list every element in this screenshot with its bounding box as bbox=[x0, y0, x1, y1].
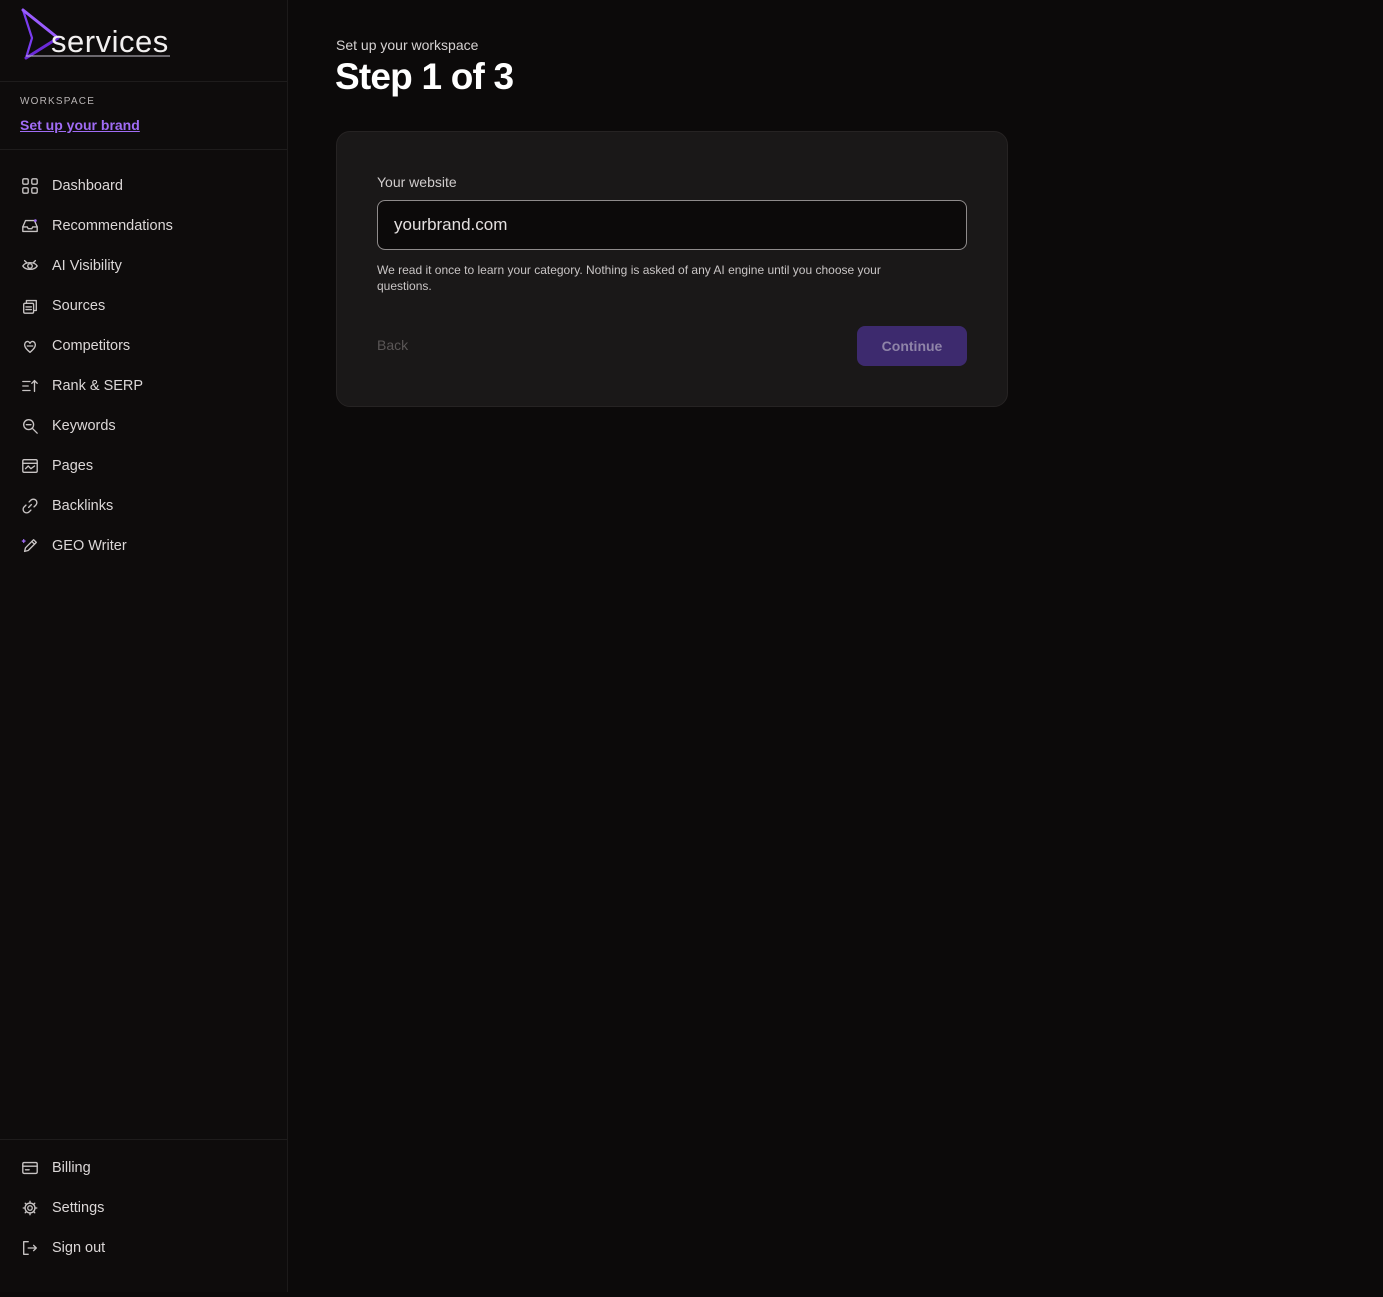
sidebar-item-label: Keywords bbox=[52, 418, 116, 434]
logo-text: services bbox=[51, 24, 169, 59]
sidebar-item-label: Dashboard bbox=[52, 178, 123, 194]
sidebar-item-keywords[interactable]: Keywords bbox=[0, 406, 287, 446]
sidebar-divider bbox=[0, 149, 287, 150]
sidebar: services WORKSPACE Set up your brand Das… bbox=[0, 0, 288, 1292]
sidebar-item-sources[interactable]: Sources bbox=[0, 286, 287, 326]
website-input[interactable] bbox=[377, 200, 967, 250]
link-icon bbox=[20, 496, 40, 516]
page-eyebrow: Set up your workspace bbox=[336, 37, 479, 53]
eye-icon bbox=[20, 256, 40, 276]
inbox-icon bbox=[20, 216, 40, 236]
sidebar-item-geo-writer[interactable]: GEO Writer bbox=[0, 526, 287, 566]
sidebar-item-label: Competitors bbox=[52, 338, 131, 354]
sidebar-item-backlinks[interactable]: Backlinks bbox=[0, 486, 287, 526]
dashboard-icon bbox=[20, 176, 40, 196]
sidebar-item-label: Recommendations bbox=[52, 218, 173, 234]
sources-icon bbox=[20, 296, 40, 316]
sidebar-item-dashboard[interactable]: Dashboard bbox=[0, 166, 287, 206]
sidebar-item-label: Sign out bbox=[52, 1240, 106, 1256]
website-field-label: Your website bbox=[377, 174, 457, 190]
main-content: Set up your workspace Step 1 of 3 Your w… bbox=[288, 0, 1383, 1297]
sidebar-item-ai-visibility[interactable]: AI Visibility bbox=[0, 246, 287, 286]
sidebar-item-label: Pages bbox=[52, 458, 94, 474]
sidebar-item-label: AI Visibility bbox=[52, 258, 122, 274]
card-icon bbox=[20, 1158, 40, 1178]
sidebar-item-billing[interactable]: Billing bbox=[0, 1148, 287, 1188]
rank-icon bbox=[20, 376, 40, 396]
brand-logo[interactable]: services bbox=[20, 8, 180, 68]
sidebar-item-label: GEO Writer bbox=[52, 538, 127, 554]
website-help-text: We read it once to learn your category. … bbox=[377, 263, 881, 293]
pen-icon bbox=[20, 536, 40, 556]
gear-icon bbox=[20, 1198, 40, 1218]
continue-button[interactable]: Continue bbox=[857, 326, 967, 366]
page-title: Step 1 of 3 bbox=[335, 56, 514, 97]
workspace-label: WORKSPACE bbox=[20, 96, 96, 107]
set-up-brand-link[interactable]: Set up your brand bbox=[20, 117, 140, 133]
sidebar-divider bbox=[0, 1139, 287, 1140]
competitors-icon bbox=[20, 336, 40, 356]
sidebar-nav: Dashboard Recommendations AI Visibility … bbox=[0, 166, 287, 566]
sidebar-item-label: Sources bbox=[52, 298, 106, 314]
search-icon bbox=[20, 416, 40, 436]
sidebar-item-recommendations[interactable]: Recommendations bbox=[0, 206, 287, 246]
back-button[interactable]: Back bbox=[377, 337, 408, 353]
sign-out-icon bbox=[20, 1238, 40, 1258]
sidebar-item-label: Billing bbox=[52, 1160, 91, 1176]
sidebar-item-label: Settings bbox=[52, 1200, 105, 1216]
setup-form-card: Your website We read it once to learn yo… bbox=[336, 131, 1008, 407]
sidebar-bottom-nav: Billing Settings Sign out bbox=[0, 1148, 287, 1268]
sidebar-item-label: Rank & SERP bbox=[52, 378, 144, 394]
sidebar-item-sign-out[interactable]: Sign out bbox=[0, 1228, 287, 1268]
sidebar-item-settings[interactable]: Settings bbox=[0, 1188, 287, 1228]
sidebar-item-pages[interactable]: Pages bbox=[0, 446, 287, 486]
sidebar-item-label: Backlinks bbox=[52, 498, 114, 514]
pages-icon bbox=[20, 456, 40, 476]
sidebar-item-rank-serp[interactable]: Rank & SERP bbox=[0, 366, 287, 406]
sidebar-divider bbox=[0, 81, 287, 82]
sidebar-item-competitors[interactable]: Competitors bbox=[0, 326, 287, 366]
app-root: services WORKSPACE Set up your brand Das… bbox=[0, 0, 1383, 1297]
